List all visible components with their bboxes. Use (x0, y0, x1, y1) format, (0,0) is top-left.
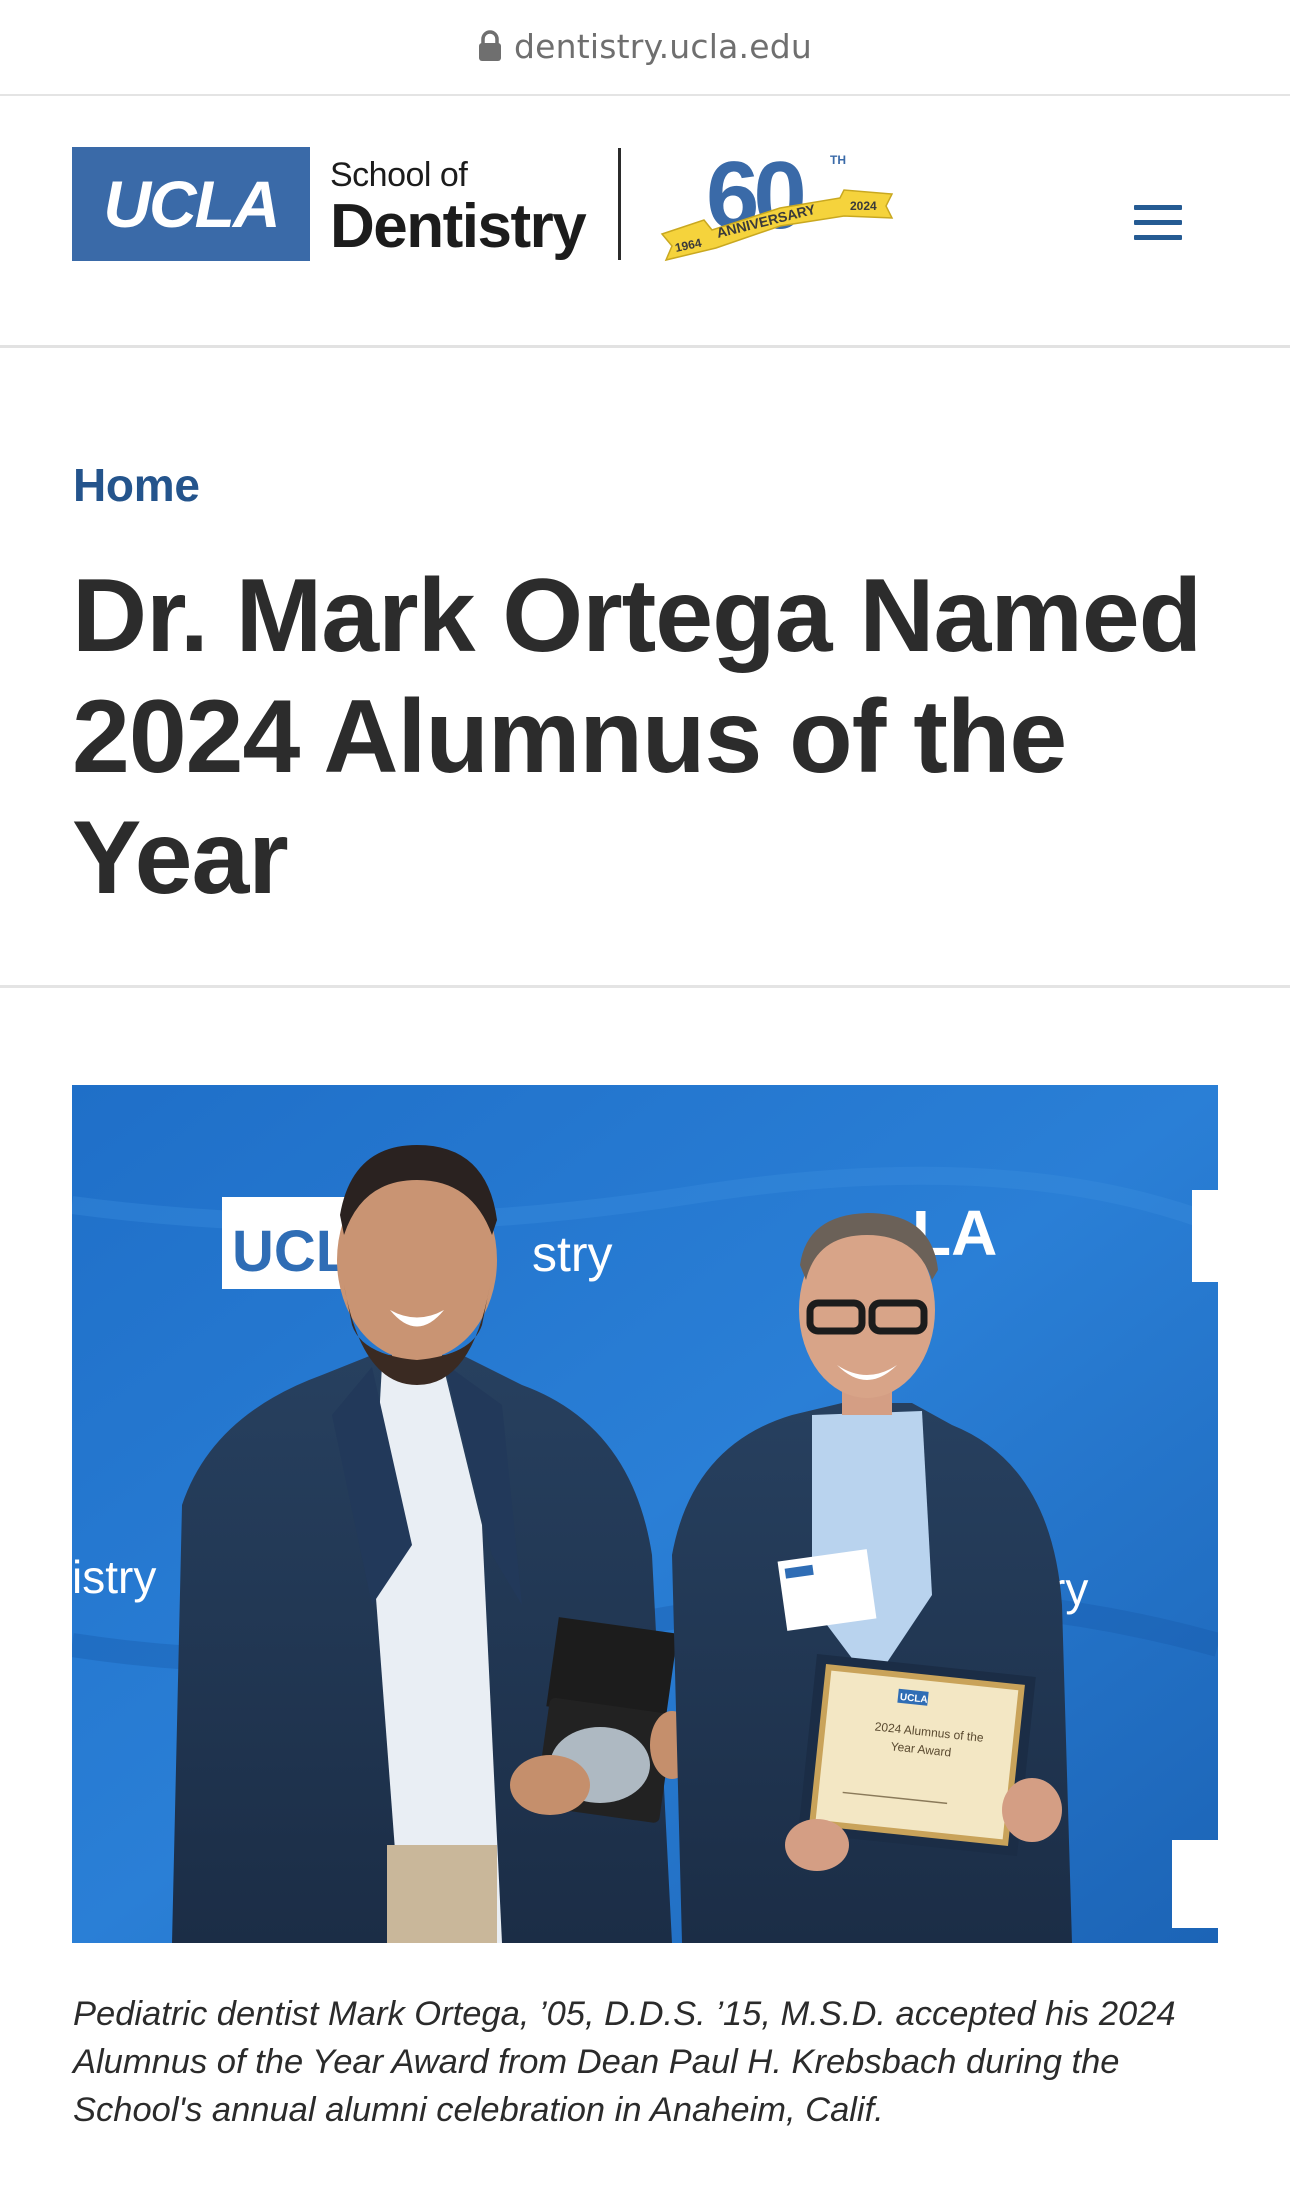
anniversary-end-year: 2024 (850, 199, 877, 213)
browser-url-bar[interactable]: dentistry.ucla.edu (0, 0, 1290, 96)
school-logo-text[interactable]: School of Dentistry (330, 156, 587, 261)
url-text: dentistry.ucla.edu (514, 26, 812, 66)
article-photo: UCLA stry LA istry ry UCLA 2024 Alumnus … (72, 1085, 1218, 1943)
ucla-wordmark: UCLA (103, 167, 280, 241)
logo-divider (618, 148, 621, 260)
photo-caption: Pediatric dentist Mark Ortega, ’05, D.D.… (73, 1995, 1176, 2129)
hamburger-menu-icon[interactable] (1122, 192, 1194, 252)
title-divider (0, 985, 1290, 988)
backdrop-side-left: istry (72, 1551, 156, 1603)
breadcrumb-home-link[interactable]: Home (73, 458, 200, 512)
backdrop-left-text: stry (532, 1226, 613, 1282)
url-display[interactable]: dentistry.ucla.edu (478, 27, 812, 66)
lock-icon (478, 30, 502, 62)
ucla-logo[interactable]: UCLA (72, 147, 310, 261)
menu-bar-bottom (1134, 234, 1182, 240)
menu-bar-middle (1134, 219, 1182, 225)
anniversary-suffix: TH (830, 153, 846, 167)
page-title: Dr. Mark Ortega Named 2024 Alumnus of th… (72, 558, 1202, 916)
site-header: UCLA School of Dentistry 60 TH 1964 ANNI… (0, 96, 1290, 348)
anniversary-logo: 60 TH 1964 ANNIVERSARY 2024 (660, 142, 896, 272)
school-of-label: School of (330, 156, 468, 194)
menu-bar-top (1134, 204, 1182, 210)
school-name-label: Dentistry (330, 192, 587, 261)
